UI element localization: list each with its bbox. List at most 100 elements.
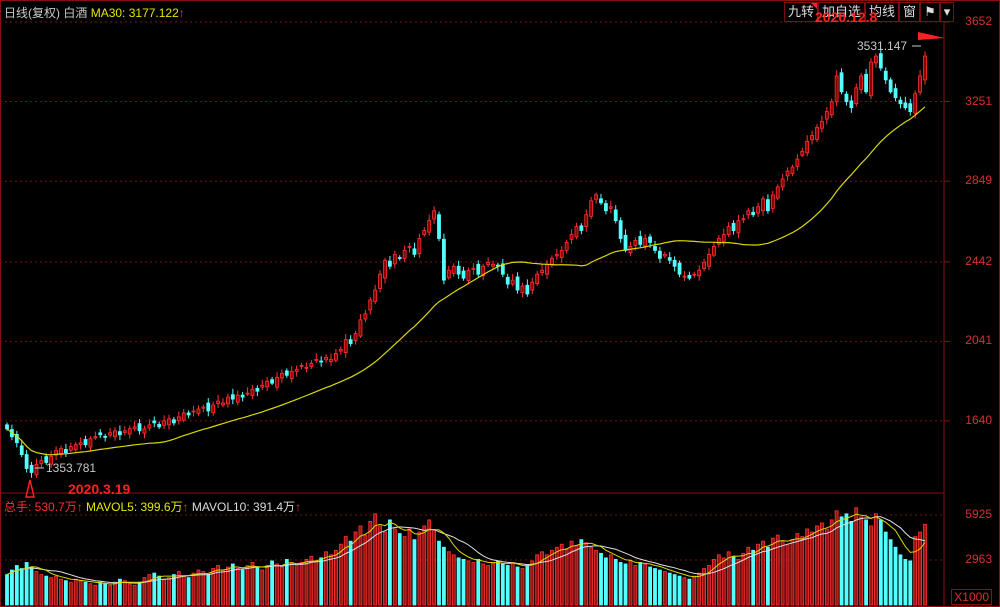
candle-body bbox=[815, 127, 819, 140]
candle-body bbox=[280, 372, 284, 379]
price-tick-label: 1640 bbox=[965, 412, 992, 427]
volume-bar bbox=[481, 563, 486, 606]
volume-bar bbox=[633, 565, 638, 606]
volume-bar bbox=[422, 525, 427, 606]
candle-body bbox=[432, 210, 436, 220]
volume-bar bbox=[672, 574, 677, 606]
volume-bar bbox=[265, 565, 270, 606]
volume-bar bbox=[677, 575, 682, 606]
candle-body bbox=[756, 206, 760, 214]
volume-bar bbox=[167, 577, 171, 606]
candle-body bbox=[648, 236, 652, 243]
candle-body bbox=[289, 370, 294, 379]
candle-body bbox=[39, 460, 44, 465]
candle-body bbox=[299, 364, 304, 367]
candle-body bbox=[702, 261, 706, 270]
candle-body bbox=[132, 426, 137, 430]
candle-body bbox=[849, 100, 854, 109]
volume-bar bbox=[697, 572, 702, 606]
candle-body bbox=[294, 368, 299, 372]
volume-bar bbox=[363, 534, 368, 606]
volume-bar bbox=[132, 584, 137, 606]
volume-bar bbox=[726, 551, 731, 606]
candle-body bbox=[304, 366, 309, 369]
candle-body bbox=[682, 275, 687, 278]
candle-body bbox=[545, 263, 549, 275]
volume-bar bbox=[775, 534, 780, 606]
gridlines bbox=[0, 21, 950, 561]
volume-bar bbox=[800, 536, 805, 606]
up-arrow-icon: ↑ bbox=[76, 500, 83, 514]
price-tick-label: 3652 bbox=[965, 14, 992, 28]
candle-body bbox=[746, 210, 751, 216]
candle-body bbox=[810, 135, 814, 141]
candle-body bbox=[908, 103, 913, 113]
candle-body bbox=[780, 178, 785, 188]
volume-bar bbox=[594, 549, 598, 606]
candle-body bbox=[712, 246, 716, 256]
candle-body bbox=[422, 230, 427, 235]
volume-bar bbox=[314, 560, 319, 606]
volume-bar bbox=[682, 577, 687, 606]
volume-bar bbox=[623, 563, 628, 606]
jiuzhuan-button[interactable]: 九转 bbox=[784, 2, 819, 22]
chart-border bbox=[0, 0, 1000, 607]
volume-bar bbox=[275, 563, 279, 606]
candle-body bbox=[388, 260, 392, 267]
candles bbox=[5, 48, 927, 478]
flag-icon[interactable]: ⚑ bbox=[920, 2, 940, 22]
candle-body bbox=[599, 198, 603, 204]
candle-body bbox=[456, 265, 461, 275]
volume-bar bbox=[216, 565, 220, 606]
candle-body bbox=[201, 406, 206, 409]
candle-body bbox=[446, 269, 451, 279]
candle-body bbox=[633, 240, 638, 247]
price-tick-label: 2849 bbox=[965, 173, 992, 188]
volume-tick-label: 5925 bbox=[965, 506, 992, 521]
candle-body bbox=[230, 394, 235, 400]
volume-bar bbox=[147, 574, 152, 606]
candle-body bbox=[530, 281, 535, 291]
volume-bar bbox=[73, 578, 78, 606]
dropdown-button[interactable]: ▾ bbox=[939, 2, 955, 22]
volume-bar bbox=[918, 531, 922, 606]
volume-bar bbox=[309, 555, 314, 606]
candle-body bbox=[471, 267, 476, 270]
up-arrow-icon: ↑ bbox=[295, 500, 302, 514]
candle-body bbox=[604, 203, 608, 212]
low-arrow-icon bbox=[25, 479, 35, 498]
volume-bar bbox=[59, 578, 63, 606]
window-button[interactable]: 窗 bbox=[899, 2, 921, 22]
volume-bar bbox=[39, 574, 44, 606]
candle-body bbox=[88, 438, 93, 448]
candle-body bbox=[358, 319, 363, 337]
volume-bar bbox=[235, 568, 240, 606]
volume-bar bbox=[780, 540, 785, 606]
volume-bar bbox=[849, 521, 854, 606]
candle-body bbox=[103, 435, 108, 438]
candle-body bbox=[505, 276, 510, 285]
candle-body bbox=[918, 75, 922, 93]
candle-body bbox=[687, 274, 692, 279]
candle-body bbox=[373, 289, 378, 302]
volume-bar bbox=[746, 546, 751, 606]
volume-bar bbox=[103, 583, 108, 606]
volume-bar bbox=[820, 522, 824, 606]
volume-bar bbox=[44, 575, 49, 606]
candle-body bbox=[461, 270, 466, 279]
price-tick-label: 2041 bbox=[965, 333, 992, 348]
volume-bar bbox=[93, 584, 98, 606]
volume-bar bbox=[250, 562, 255, 606]
volume-bar bbox=[172, 574, 176, 606]
volume-bar bbox=[569, 540, 574, 606]
candle-body bbox=[167, 418, 171, 426]
candle-body bbox=[172, 419, 176, 424]
candlestick-chart[interactable] bbox=[0, 0, 1000, 607]
candle-body bbox=[152, 420, 157, 424]
volume-bar bbox=[270, 560, 274, 606]
candle-body bbox=[235, 394, 240, 403]
volume-bar bbox=[500, 563, 505, 606]
candle-body bbox=[196, 408, 201, 414]
candle-body bbox=[137, 423, 142, 432]
volume-bar bbox=[245, 565, 250, 606]
